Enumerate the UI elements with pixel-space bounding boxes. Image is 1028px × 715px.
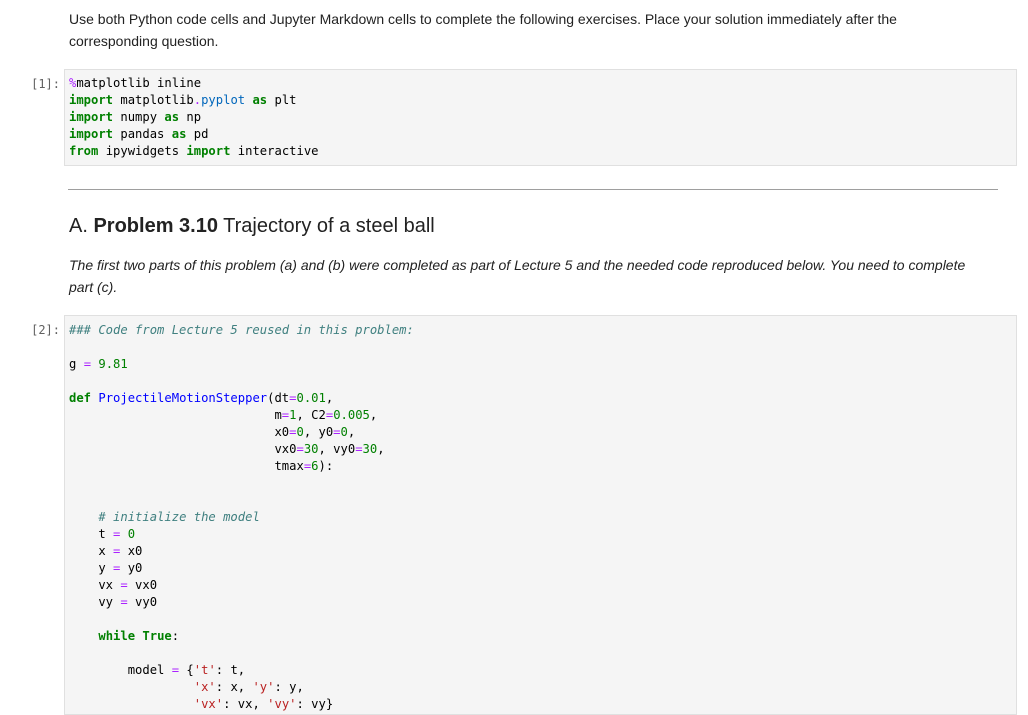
code-token: ipywidgets [98,144,187,158]
code-token: 30 [362,442,378,456]
code-token: y [69,561,114,575]
code-token: import [69,110,114,124]
intro-markdown: Use both Python code cells and Jupyter M… [69,11,897,49]
code-token: = [171,663,180,677]
code-token: { [179,663,194,677]
heading-bold: Problem 3.10 [93,215,218,237]
code-token: as [171,127,187,141]
code-token: pandas [113,127,172,141]
problem-markdown: The first two parts of this problem (a) … [69,257,966,295]
code-token: as [252,93,268,107]
code-token: vx0 [69,442,297,456]
code-token: = [333,425,341,439]
code-token: np [179,110,202,124]
code-token: g [69,357,84,371]
code-token: pyplot [201,93,246,107]
code-token: = [355,442,363,456]
code-token: 'vx' [193,697,224,711]
code-token: import [69,93,114,107]
code-token: m [69,408,282,422]
code-token: vx [69,578,121,592]
code-cell-1-source[interactable]: %matplotlib inline import matplotlib.pyp… [65,70,1016,160]
code-token: tmax [69,459,304,473]
code-token: y0 [120,561,143,575]
heading-prefix: A. [69,215,94,237]
code-token: import [69,127,114,141]
code-token: import [186,144,231,158]
code-token: x [69,544,114,558]
code-token: , [377,442,385,456]
code-token: vy [69,595,121,609]
section-heading: A. Problem 3.10 Trajectory of a steel ba… [69,213,435,239]
code-token: 0.005 [333,408,370,422]
horizontal-rule [68,189,998,190]
code-cell-2-source[interactable]: ### Code from Lecture 5 reused in this p… [65,316,1016,713]
code-token: matplotlib inline [76,76,202,90]
code-token: = [296,442,304,456]
code-token: , vy0 [318,442,356,456]
code-token: , [347,425,356,439]
code-token: 30 [303,442,319,456]
cell-1-prompt: [1]: [31,77,60,91]
code-token: (dt [267,391,290,405]
code-token: 'vy' [267,697,297,711]
code-token: pd [186,127,209,141]
code-cell-2[interactable]: ### Code from Lecture 5 reused in this p… [64,315,1017,715]
code-token: vy0 [127,595,158,609]
code-token: : y, [274,680,304,694]
code-token: = [120,595,128,609]
code-token: ### Code from Lecture 5 reused in this p… [69,323,414,337]
code-token: t [69,527,114,541]
code-token: : vy} [296,697,334,711]
code-token: 0 [296,425,304,439]
code-token: 'y' [252,680,275,694]
code-token: 0.01 [296,391,326,405]
code-token: 0 [340,425,348,439]
code-token: def [69,391,92,405]
code-token: ): [318,459,334,473]
heading-rest: Trajectory of a steel ball [217,215,435,237]
code-token: matplotlib [113,93,194,107]
code-token: numpy [113,110,165,124]
code-token: 9.81 [98,357,128,371]
code-token: 0 [127,527,136,541]
cell-2-prompt: [2]: [31,323,60,337]
code-token: . [193,93,202,107]
code-cell-1[interactable]: %matplotlib inline import matplotlib.pyp… [64,69,1017,166]
code-token: x0 [120,544,143,558]
code-token: plt [267,93,297,107]
code-token: = [83,357,92,371]
code-token: vx0 [127,578,158,592]
code-token: : vx, [223,697,268,711]
code-token: interactive [230,144,319,158]
code-token: : [171,629,180,643]
code-token: while [98,629,136,643]
code-token: 'x' [193,680,216,694]
code-token: , [325,391,334,405]
code-token: 6 [311,459,319,473]
code-token: x0 [69,425,290,439]
code-token: as [164,110,180,124]
code-token: 't' [193,663,216,677]
code-token: from [69,144,99,158]
code-token: , y0 [303,425,334,439]
code-token: = [120,578,128,592]
code-token: : x, [215,680,253,694]
code-token: # initialize the model [98,510,260,524]
code-token: True [142,629,172,643]
code-token: , [369,408,378,422]
code-token: ProjectileMotionStepper [98,391,268,405]
code-token: model [69,663,172,677]
code-token: , C2 [296,408,326,422]
code-token: : t, [215,663,246,677]
